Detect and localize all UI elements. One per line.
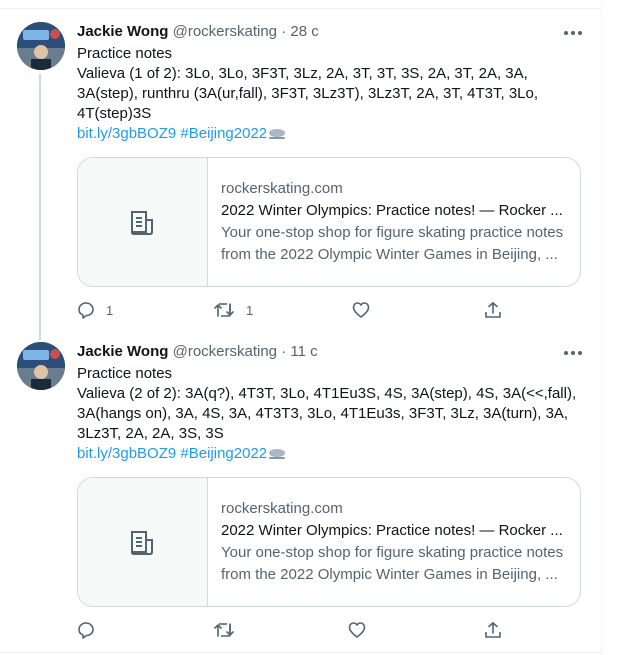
tweet-text: Practice notes Valieva (2 of 2): 3A(q?),… [77,364,587,464]
timeline: Jackie Wong @rockerskating · 28 с Practi… [0,0,602,655]
share-icon [485,302,501,318]
links-line: bit.ly/3gbBOZ9 #Beijing2022 [77,444,587,464]
like-button[interactable] [348,620,377,640]
heart-icon [348,622,366,638]
text-line: Practice notes [77,45,173,62]
timestamp[interactable]: 11 с [290,343,317,360]
text-line: 3A(step), runthru (3A(ur,fall), 3F3T, 3L… [77,85,539,102]
more-options-button[interactable] [563,26,583,46]
reply-button[interactable] [77,620,106,640]
author-handle[interactable]: @rockerskating [173,23,277,40]
author-name[interactable]: Jackie Wong [77,23,168,40]
author-name[interactable]: Jackie Wong [77,343,168,360]
card-thumbnail [78,158,208,286]
tweet-header: Jackie Wong @rockerskating · 28 с [77,22,319,42]
card-description-line: from the 2022 Olympic Winter Games in Be… [221,246,558,263]
article-icon [131,531,153,555]
card-description-line: from the 2022 Olympic Winter Games in Be… [221,566,558,583]
retweet-icon [214,623,234,637]
reply-button[interactable]: 1 [77,300,113,320]
ice-skate-emoji-icon [269,129,286,140]
card-text: rockerskating.com 2022 Winter Olympics: … [221,498,573,586]
card-domain: rockerskating.com [221,180,343,197]
heart-icon [352,302,370,318]
text-line: 3Lz3T, 2A, 2A, 3S, 3S [77,425,224,442]
tweet-actions [77,620,507,640]
text-line: 3A(hangs on), 3A, 4S, 3A, 4T3T3, 3Lo, 4T… [77,405,569,422]
retweet-count: 1 [246,302,254,318]
avatar[interactable] [17,342,65,390]
author-handle[interactable]: @rockerskating [173,343,277,360]
retweet-button[interactable] [213,620,246,640]
share-button[interactable] [484,620,502,640]
more-horizontal-icon [564,31,582,35]
avatar-image [17,342,65,390]
card-description-line: Your one-stop shop for figure skating pr… [221,224,564,241]
text-line: Practice notes [77,365,173,382]
text-line: Valieva (2 of 2): 3A(q?), 4T3T, 3Lo, 4T1… [77,385,577,402]
reply-icon [78,622,94,639]
more-options-button[interactable] [563,346,583,366]
retweet-icon [214,303,234,317]
tweet-header: Jackie Wong @rockerskating · 11 с [77,342,318,362]
text-line: 4T(step)3S [77,105,152,122]
avatar-image [17,22,65,70]
card-text: rockerskating.com 2022 Winter Olympics: … [221,178,573,266]
separator-dot: · [281,343,287,360]
hashtag-link[interactable]: #Beijing2022 [180,445,267,462]
card-title: 2022 Winter Olympics: Practice notes! — … [221,522,563,539]
divider [0,652,601,653]
reply-count: 1 [106,302,114,318]
article-icon [131,211,153,235]
timestamp[interactable]: 28 с [290,23,318,40]
retweet-button[interactable]: 1 [213,300,253,320]
hashtag-link[interactable]: #Beijing2022 [180,125,267,142]
text-line: Valieva (1 of 2): 3Lo, 3Lo, 3F3T, 3Lz, 2… [77,65,528,82]
card-title: 2022 Winter Olympics: Practice notes! — … [221,202,563,219]
card-description-line: Your one-stop shop for figure skating pr… [221,544,564,561]
short-link[interactable]: bit.ly/3gbBOZ9 [77,445,176,462]
ice-skate-emoji-icon [269,449,286,460]
card-thumbnail [78,478,208,606]
link-preview-card[interactable]: rockerskating.com 2022 Winter Olympics: … [77,477,581,607]
avatar[interactable] [17,22,65,70]
reply-icon [78,302,94,319]
tweet-actions: 1 1 [77,300,507,320]
separator-dot: · [281,23,287,40]
card-domain: rockerskating.com [221,500,343,517]
share-button[interactable] [484,300,502,320]
more-horizontal-icon [564,351,582,355]
short-link[interactable]: bit.ly/3gbBOZ9 [77,125,176,142]
thread-connector-line [39,74,41,340]
like-button[interactable] [352,300,381,320]
tweet-text: Practice notes Valieva (1 of 2): 3Lo, 3L… [77,44,577,144]
share-icon [485,622,501,638]
tweet[interactable]: Jackie Wong @rockerskating · 28 с Practi… [0,0,601,340]
links-line: bit.ly/3gbBOZ9 #Beijing2022 [77,124,577,144]
tweet[interactable]: Jackie Wong @rockerskating · 11 с Practi… [0,330,601,652]
link-preview-card[interactable]: rockerskating.com 2022 Winter Olympics: … [77,157,581,287]
